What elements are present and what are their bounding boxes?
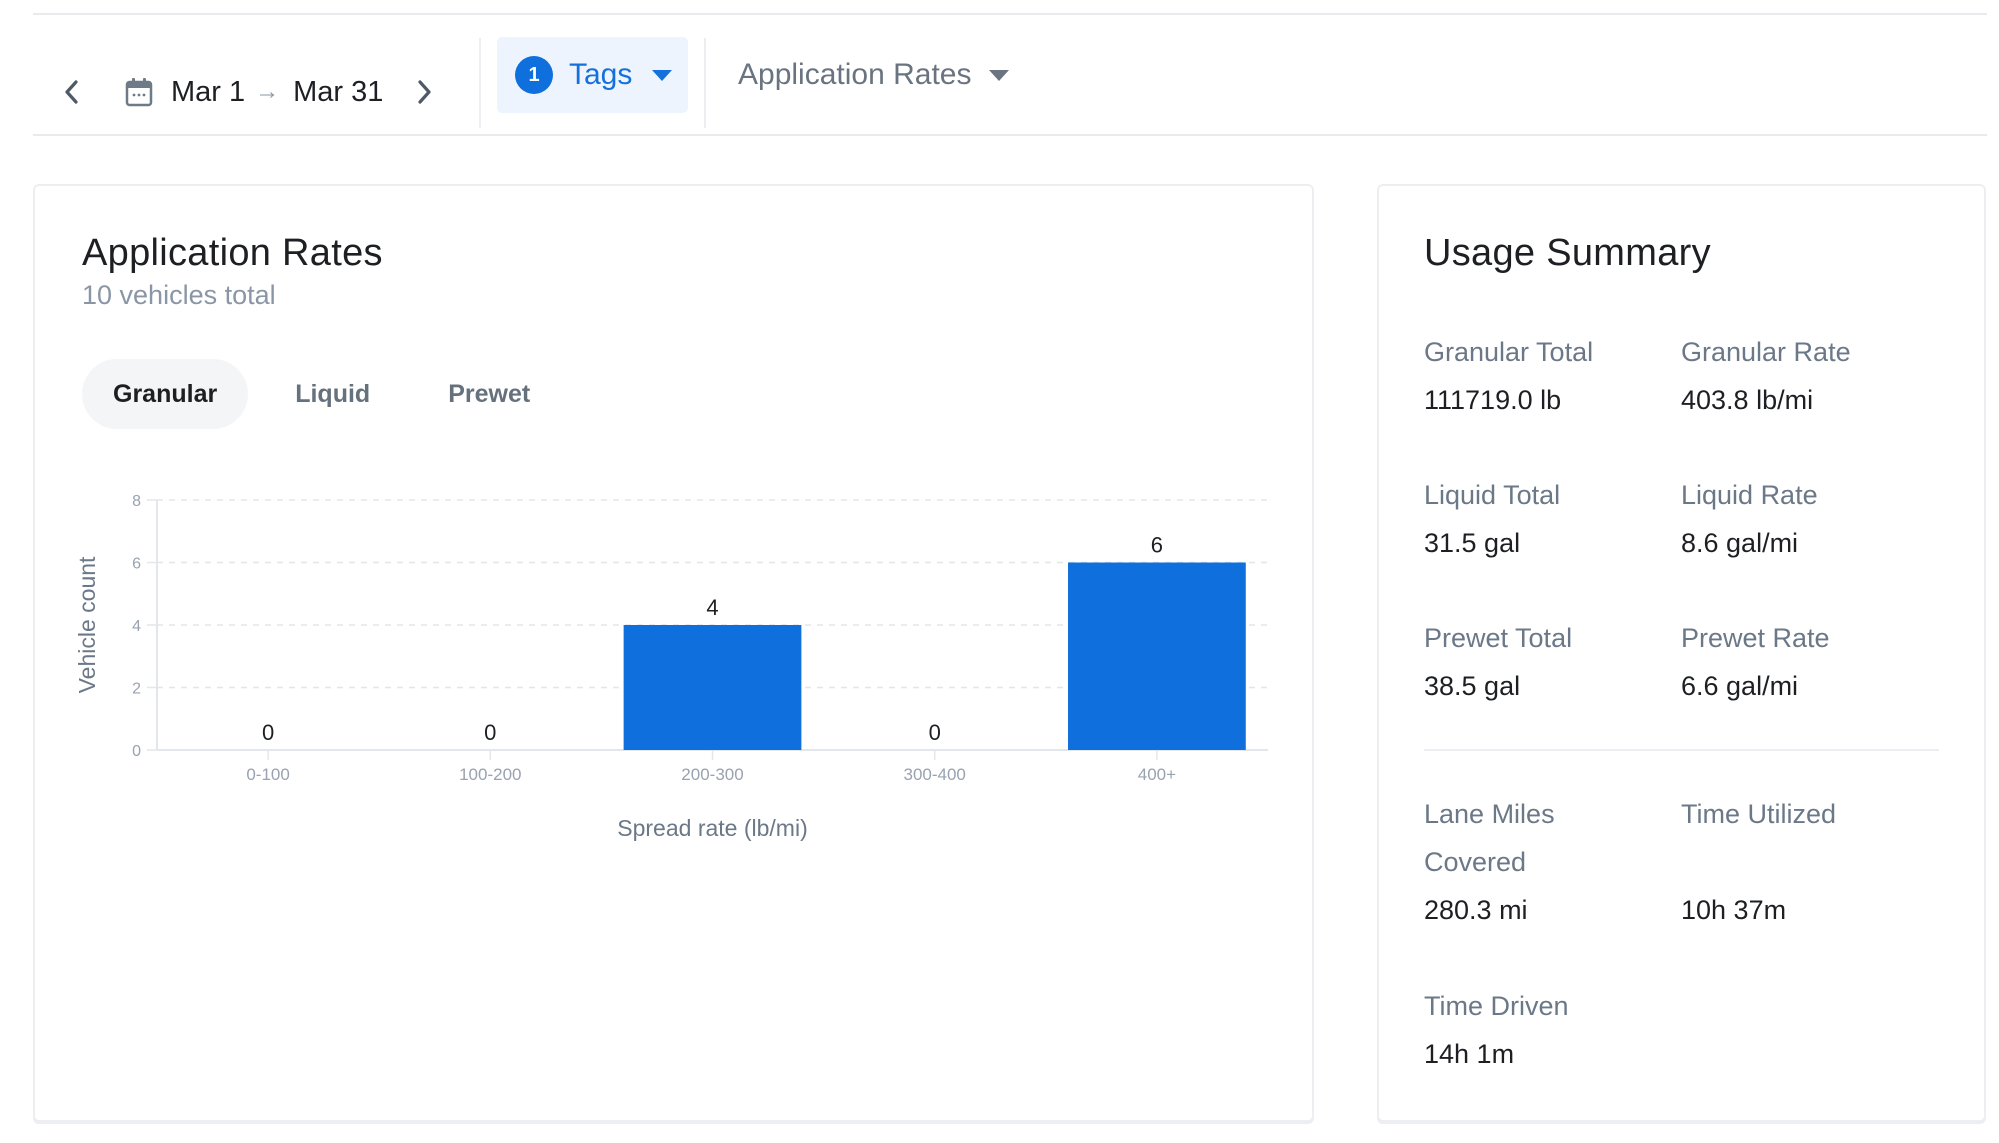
y-axis-label: Vehicle count: [74, 556, 100, 693]
metric-label: Granular Rate: [1681, 337, 1851, 367]
metric-time-utilized: Time Utilized 10h 37m: [1681, 790, 1921, 934]
bar-value-label: 4: [706, 595, 718, 620]
application-rates-card: Application Rates 10 vehicles total Gran…: [33, 184, 1314, 1122]
metric-value: 280.3 mi: [1424, 895, 1528, 925]
toolbar: Mar 1 → Mar 31 1 Tags Application Rates: [33, 16, 1987, 135]
metric-value: 10h 37m: [1681, 895, 1787, 925]
toolbar-divider: [479, 38, 481, 128]
x-tick-label: 400+: [1138, 765, 1176, 784]
x-axis-label: Spread rate (lb/mi): [617, 815, 807, 841]
caret-down-icon: [989, 69, 1010, 81]
metric-value: 31.5 gal: [1424, 528, 1521, 558]
bar-value-label: 0: [929, 720, 941, 745]
y-tick-label: 6: [132, 556, 141, 573]
usage-summary-card: Usage Summary Granular Total 111719.0 lb…: [1377, 184, 1986, 1122]
bar-400+: [1068, 562, 1246, 750]
tags-filter-button[interactable]: 1 Tags: [497, 37, 688, 113]
y-tick-label: 0: [132, 743, 141, 760]
x-tick-label: 100-200: [459, 765, 521, 784]
metric-value: 403.8 lb/mi: [1681, 385, 1814, 415]
metric-granular-rate: Granular Rate 403.8 lb/mi: [1681, 328, 1921, 424]
application-rates-chart: 0 2 4 6 8 0 0-100 0 100-200 4 200-300 0 300-400 6 400+…: [74, 493, 1268, 841]
metric-lane-miles: Lane Miles Covered 280.3 mi: [1424, 790, 1624, 934]
metric-label: Liquid Rate: [1681, 480, 1818, 510]
arrow-right-icon: →: [255, 78, 280, 105]
chevron-left-icon: [65, 80, 78, 104]
metric-granular-total: Granular Total 111719.0 lb: [1424, 328, 1664, 424]
y-tick-label: 2: [132, 681, 141, 698]
x-tick-label: 0-100: [246, 765, 289, 784]
tags-label: Tags: [569, 58, 633, 91]
metric-value: 111719.0 lb: [1424, 385, 1562, 415]
x-tick-label: 300-400: [904, 765, 966, 784]
top-divider: [33, 13, 1987, 15]
y-tick-label: 8: [132, 493, 141, 510]
chevron-right-icon: [418, 80, 431, 104]
metric-value: 38.5 gal: [1424, 671, 1521, 701]
metric-prewet-rate: Prewet Rate 6.6 gal/mi: [1681, 614, 1921, 710]
bar-value-label: 0: [262, 720, 274, 745]
caret-down-icon: [652, 69, 673, 81]
metric-value: 8.6 gal/mi: [1681, 528, 1799, 558]
metric-value: 14h 1m: [1424, 1039, 1515, 1069]
next-period-button[interactable]: [409, 74, 439, 110]
tags-count-badge: 1: [515, 56, 553, 94]
report-type-label: Application Rates: [738, 58, 972, 91]
metric-prewet-total: Prewet Total 38.5 gal: [1424, 614, 1664, 710]
metric-value: 6.6 gal/mi: [1681, 671, 1799, 701]
metric-label: Liquid Total: [1424, 480, 1561, 510]
bar-value-label: 6: [1151, 533, 1163, 558]
date-end: Mar 31: [293, 75, 384, 108]
metric-liquid-rate: Liquid Rate 8.6 gal/mi: [1681, 471, 1921, 567]
bar-value-label: 0: [484, 720, 496, 745]
metric-label: Prewet Total: [1424, 623, 1573, 653]
toolbar-bottom-divider: [33, 134, 1987, 136]
metric-liquid-total: Liquid Total 31.5 gal: [1424, 471, 1664, 567]
x-tick-label: 200-300: [681, 765, 743, 784]
previous-period-button[interactable]: [57, 74, 87, 110]
calendar-icon: [125, 78, 153, 107]
metric-label: Granular Total: [1424, 337, 1594, 367]
toolbar-divider: [704, 38, 706, 128]
metric-label: Prewet Rate: [1681, 623, 1830, 653]
date-range-picker[interactable]: Mar 1 → Mar 31: [125, 64, 383, 120]
report-type-select[interactable]: Application Rates: [738, 37, 1010, 113]
metric-label: Time Driven: [1424, 991, 1569, 1021]
date-start: Mar 1: [171, 75, 246, 108]
metric-label: Time Utilized: [1681, 799, 1837, 829]
bar-200-300: [623, 625, 802, 750]
usage-summary-title: Usage Summary: [1424, 232, 1711, 274]
summary-divider: [1424, 749, 1939, 751]
metric-time-driven: Time Driven 14h 1m: [1424, 982, 1664, 1078]
metric-label: Lane Miles Covered: [1424, 799, 1555, 877]
y-tick-label: 4: [132, 618, 141, 635]
metric-label-spacer: [1681, 838, 1921, 886]
